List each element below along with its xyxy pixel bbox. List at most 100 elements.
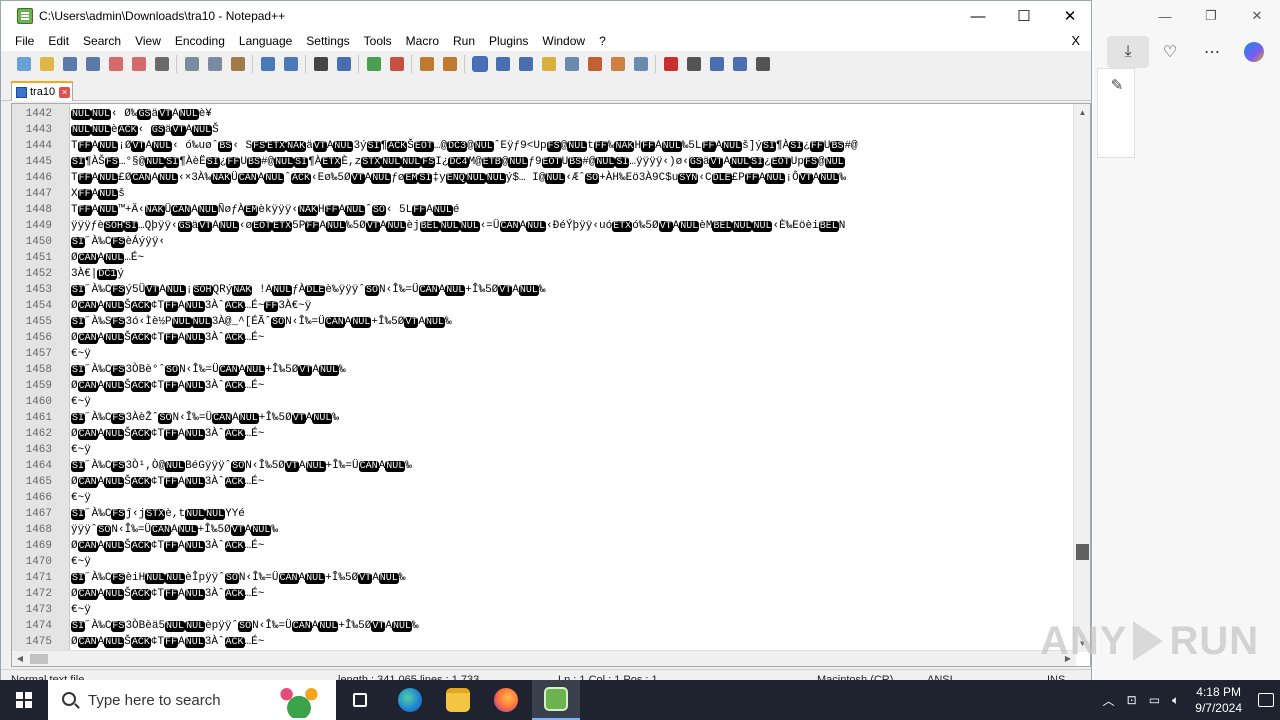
editor-line[interactable]: 1462 ØCANANULŠACK¢TFFANUL3ÀˆACK…É~	[12, 426, 1076, 442]
editor-line[interactable]: 1475 ØCANANULŠACK¢TFFANUL3ÀˆACK…É~	[12, 634, 1076, 650]
run-macro-multiple-icon[interactable]	[728, 54, 751, 74]
close-icon[interactable]	[104, 54, 127, 74]
function-list-icon[interactable]	[583, 54, 606, 74]
editor-line[interactable]: 1465 ØCANANULŠACK¢TFFANUL3ÀˆACK…É~	[12, 474, 1076, 490]
browser-close-icon[interactable]: ✕	[1234, 0, 1280, 32]
volume-icon[interactable]: 🔈︎	[1172, 693, 1179, 708]
downloads-icon[interactable]: ⤓	[1107, 36, 1149, 68]
zoom-in-icon[interactable]	[362, 54, 385, 74]
undo-icon[interactable]	[256, 54, 279, 74]
taskbar-file-explorer[interactable]	[434, 680, 482, 720]
editor-pane[interactable]: 1442 NUL NUL‹ Ø‰GSäVTANULè¥ 1443 NUL NULèACK‹…	[11, 103, 1091, 667]
clock[interactable]: 4:18 PM 9/7/2024	[1195, 684, 1242, 716]
editor-line[interactable]: 1446 TFFANUL£ØCANANUL‹×3À‰NAKÜCANANULˆACK…	[12, 170, 1076, 186]
task-view-button[interactable]	[340, 680, 380, 720]
paste-icon[interactable]	[226, 54, 249, 74]
editor-line[interactable]: 1452 3À€|DC1ý	[12, 266, 1076, 282]
record-macro-icon[interactable]	[659, 54, 682, 74]
close-all-icon[interactable]	[127, 54, 150, 74]
copy-icon[interactable]	[203, 54, 226, 74]
menu-macro[interactable]: Macro	[399, 34, 446, 48]
editor-line[interactable]: 1471 SI˝À‰CFSèiHNUL NULèÎpÿÿˆSON‹Î‰=ÜCANAN…	[12, 570, 1076, 586]
udl-icon[interactable]	[537, 54, 560, 74]
editor-line[interactable]: 1459 ØCANANULŠACK¢TFFANUL3ÀˆACK…É~	[12, 378, 1076, 394]
editor-line[interactable]: 1453 SI˝À‰CFSý5ÜVTANUL¡SOHQRýNAK !ANULƒÀD…	[12, 282, 1076, 298]
editor-line[interactable]: 1457 €~ÿ	[12, 346, 1076, 362]
menu-window[interactable]: Window	[535, 34, 592, 48]
tab-close-icon[interactable]: ×	[59, 86, 71, 98]
scroll-left-icon[interactable]: ◀	[12, 651, 28, 666]
horizontal-scrollbar[interactable]: ◀ ▶	[12, 650, 1076, 666]
new-file-icon[interactable]	[12, 54, 35, 74]
menu-view[interactable]: View	[128, 34, 168, 48]
editor-line[interactable]: 1466 €~ÿ	[12, 490, 1076, 506]
editor-line[interactable]: 1449 ÿÿÿƒèSOH SI…Qþÿÿ‹GSäVTANUL‹øEOT ETX5PF…	[12, 218, 1076, 234]
more-menu-icon[interactable]: ⋯	[1191, 36, 1233, 68]
editor-line[interactable]: 1472 ØCANANULŠACK¢TFFANUL3ÀˆACK…É~	[12, 586, 1076, 602]
save-icon[interactable]	[58, 54, 81, 74]
menu-encoding[interactable]: Encoding	[168, 34, 232, 48]
sync-v-icon[interactable]	[415, 54, 438, 74]
editor-line[interactable]: 1445 SI¶ÀŠFS…°§@NUL SI¶ÀèËSI¿FFUBS#@NUL SI¶…	[12, 154, 1076, 170]
menu-language[interactable]: Language	[232, 34, 299, 48]
editor-line[interactable]: 1456 ØCANANULŠACK¢TFFANUL3ÀˆACK…É~	[12, 330, 1076, 346]
save-all-icon[interactable]	[81, 54, 104, 74]
menu-edit[interactable]: Edit	[41, 34, 76, 48]
menu-file[interactable]: File	[1, 34, 41, 48]
vertical-scrollbar[interactable]: ▲ ▼	[1073, 104, 1090, 652]
minimize-button[interactable]: —	[955, 1, 1001, 31]
menu-settings[interactable]: Settings	[299, 34, 356, 48]
stop-macro-icon[interactable]	[682, 54, 705, 74]
play-macro-icon[interactable]	[705, 54, 728, 74]
maximize-button[interactable]: ☐	[1001, 1, 1047, 31]
vertical-scroll-thumb[interactable]	[1076, 544, 1089, 560]
start-button[interactable]	[0, 680, 48, 720]
editor-line[interactable]: 1444 TFFANUL¡ØVTANUL‹ ó‰uøˆBS‹ SFS ETX NAKä…	[12, 138, 1076, 154]
find-icon[interactable]	[309, 54, 332, 74]
close-button[interactable]: ✕	[1047, 1, 1091, 31]
horizontal-scroll-thumb[interactable]	[30, 654, 48, 664]
notification-icon[interactable]	[1258, 693, 1274, 707]
save-macro-icon[interactable]	[751, 54, 774, 74]
pin-icon[interactable]: ✎	[1098, 69, 1136, 101]
close-document-button[interactable]: X	[1064, 33, 1087, 48]
title-bar[interactable]: C:\Users\admin\Downloads\tra10 - Notepad…	[1, 1, 1091, 31]
menu-plugins[interactable]: Plugins	[482, 34, 535, 48]
editor-line[interactable]: 1470 €~ÿ	[12, 554, 1076, 570]
editor-line[interactable]: 1451 ØCANANUL…É~	[12, 250, 1076, 266]
editor-line[interactable]: 1464 SI˝À‰CFS3Ò¹,Ò@NULBéGÿÿÿˆSON‹Î‰5ØVTAN…	[12, 458, 1076, 474]
browser-restore-icon[interactable]: ❐	[1188, 0, 1234, 32]
taskbar-search-box[interactable]: Type here to search	[48, 680, 336, 720]
show-all-chars-icon[interactable]	[491, 54, 514, 74]
editor-line[interactable]: 1448 TFFANUL™+Ä‹NAKÜCANANULÑøƒÀEMèkÿÿÿ‹NA…	[12, 202, 1076, 218]
editor-line[interactable]: 1460 €~ÿ	[12, 394, 1076, 410]
menu-help[interactable]: ?	[592, 34, 613, 48]
tab-tra10[interactable]: tra10 ×	[11, 81, 73, 101]
open-file-icon[interactable]	[35, 54, 58, 74]
taskbar-notepad-plus-plus[interactable]	[532, 680, 580, 720]
browser-minimize-icon[interactable]: —	[1142, 0, 1188, 32]
indent-guide-icon[interactable]	[514, 54, 537, 74]
tray-chevron-icon[interactable]: ︿	[1103, 692, 1115, 709]
taskbar-firefox[interactable]	[482, 680, 530, 720]
print-icon[interactable]	[150, 54, 173, 74]
menu-run[interactable]: Run	[446, 34, 482, 48]
editor-line[interactable]: 1450 SI˝À‰CFSèÁýÿÿ‹	[12, 234, 1076, 250]
redo-icon[interactable]	[279, 54, 302, 74]
taskbar-edge[interactable]	[386, 680, 434, 720]
editor-line[interactable]: 1467 SI˝À‰CFSĵ‹jSTXè,tNUL NULYYé	[12, 506, 1076, 522]
copilot-icon[interactable]	[1233, 36, 1275, 68]
editor-line[interactable]: 1455 SI˝À‰SFS3ó‹Ìè½PNUL NUL3À@_^[ÉÃˆSON‹Î‰…	[12, 314, 1076, 330]
replace-icon[interactable]	[332, 54, 355, 74]
editor-line[interactable]: 1474 SI˝À‰CFS3ÒBèä5NUL NULèpÿÿˆSON‹Î‰=ÜCAN…	[12, 618, 1076, 634]
browser-essentials-icon[interactable]: ♡	[1149, 36, 1191, 68]
folder-as-workspace-icon[interactable]	[606, 54, 629, 74]
scroll-up-icon[interactable]: ▲	[1074, 104, 1090, 121]
monitor-icon[interactable]	[629, 54, 652, 74]
editor-line[interactable]: 1447 XFFANULš	[12, 186, 1076, 202]
editor-line[interactable]: 1469 ØCANANULŠACK¢TFFANUL3ÀˆACK…É~	[12, 538, 1076, 554]
menu-search[interactable]: Search	[76, 34, 128, 48]
network-icon[interactable]: ▭	[1149, 693, 1160, 707]
editor-line[interactable]: 1473 €~ÿ	[12, 602, 1076, 618]
editor-line[interactable]: 1442 NUL NUL‹ Ø‰GSäVTANULè¥	[12, 106, 1076, 122]
